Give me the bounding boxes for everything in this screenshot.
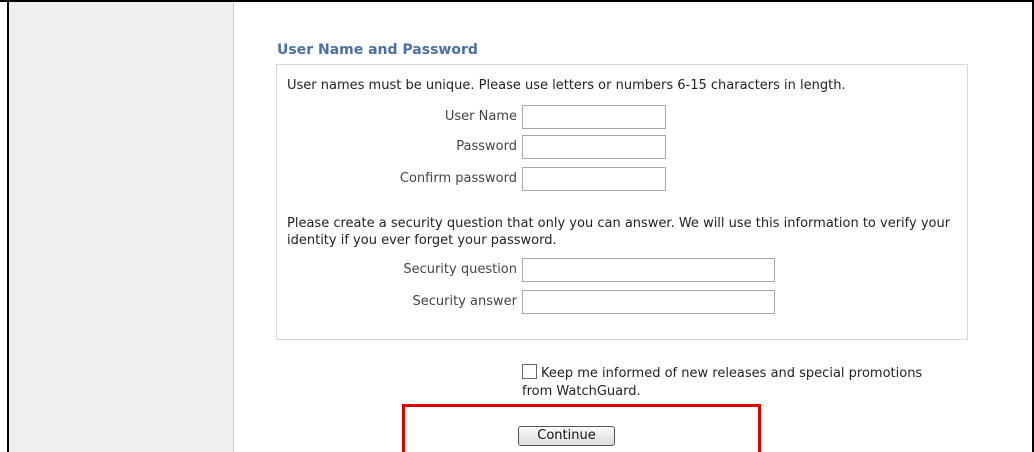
sidebar (9, 2, 234, 452)
credentials-panel: User names must be unique. Please use le… (276, 64, 968, 340)
username-input[interactable] (522, 105, 666, 129)
security-question-text: Please create a security question that o… (287, 216, 951, 248)
security-question-label: Security question (403, 262, 517, 277)
confirm-password-label: Confirm password (399, 171, 517, 186)
section-title: User Name and Password (277, 42, 478, 58)
password-label: Password (456, 139, 517, 154)
security-answer-input[interactable] (522, 290, 775, 314)
newsletter-optin: Keep me informed of new releases and spe… (522, 364, 942, 401)
confirm-password-input[interactable] (522, 167, 666, 191)
password-input[interactable] (522, 135, 666, 159)
newsletter-checkbox[interactable] (522, 364, 537, 379)
security-question-input[interactable] (522, 258, 775, 282)
username-rules-text: User names must be unique. Please use le… (287, 78, 846, 93)
username-label: User Name (444, 109, 517, 124)
newsletter-label: Keep me informed of new releases and spe… (522, 366, 923, 399)
security-answer-label: Security answer (412, 294, 517, 309)
continue-button[interactable]: Continue (518, 426, 615, 446)
